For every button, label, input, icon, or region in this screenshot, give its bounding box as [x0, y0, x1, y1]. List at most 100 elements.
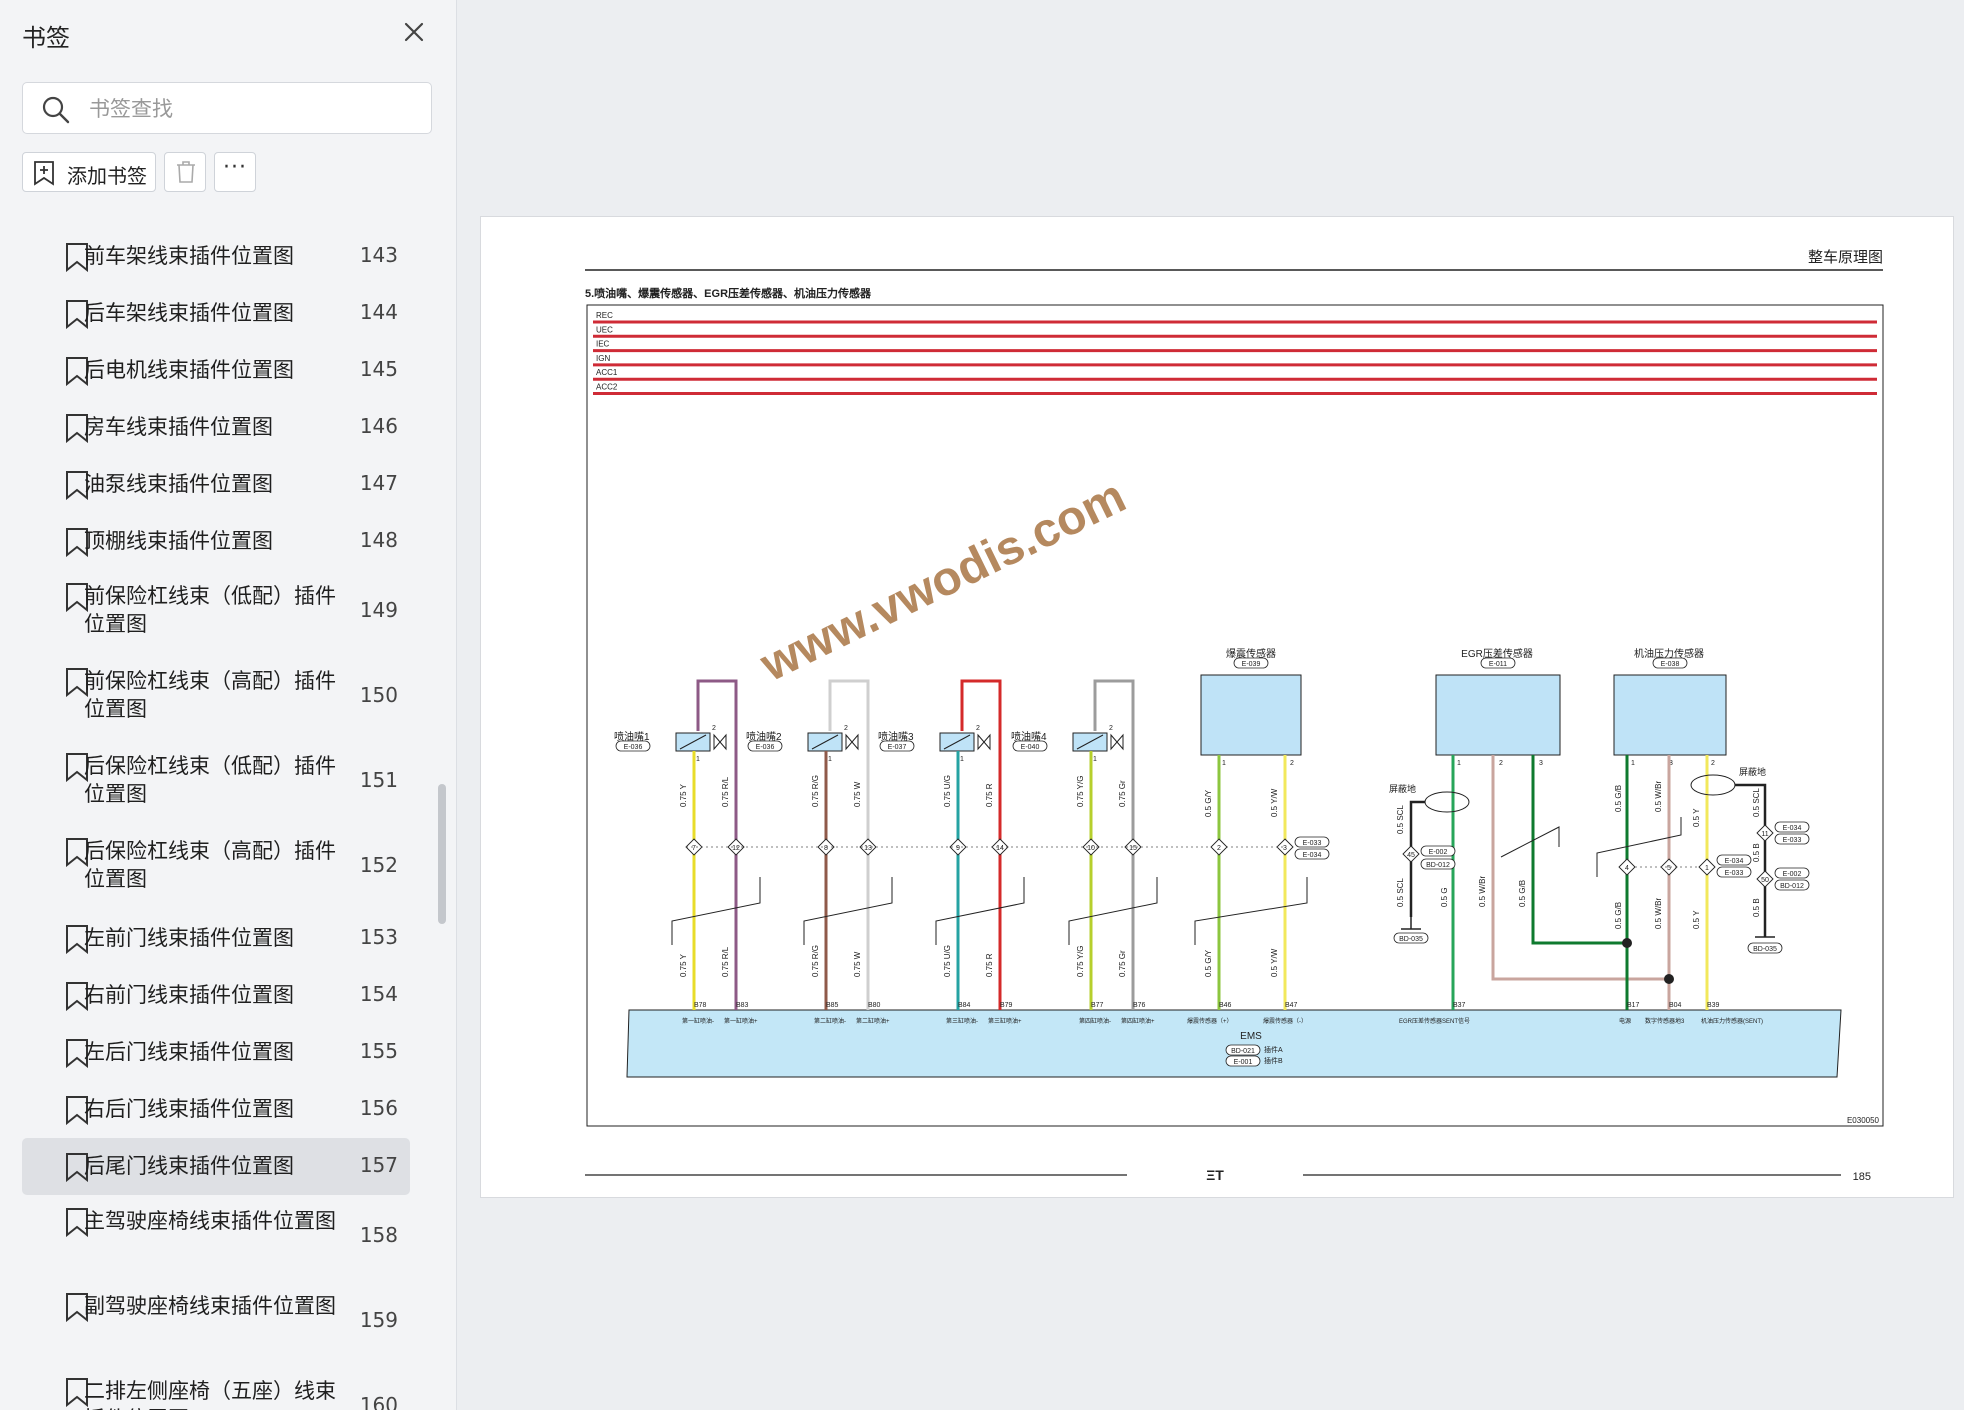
egr-sensor-box [1435, 674, 1561, 756]
bookmark-label: 后保险杠线束（高配）插件位置图 [84, 839, 336, 891]
ecu-pin-function: 数字传感器地3 [1645, 1017, 1685, 1025]
bookmark-item[interactable]: 后电机线束插件位置图 145 [22, 342, 410, 399]
bookmark-label: 左前门线束插件位置图 [84, 926, 294, 950]
injector-wire-positive [1093, 679, 1135, 847]
bookmark-item[interactable]: 右前门线束插件位置图 154 [22, 967, 410, 1024]
diagram-id: E030050 [1847, 1116, 1880, 1125]
inline-connector-pin: 9 [956, 845, 960, 852]
inline-connector-pin: 12 [732, 845, 740, 852]
bookmark-item[interactable]: 右后门线束插件位置图 156 [22, 1081, 410, 1138]
bookmark-label: 顶棚线束插件位置图 [84, 529, 273, 553]
bookmark-page-number: 160 [359, 1393, 398, 1410]
wire-label: 0.75 R/G [811, 775, 820, 807]
more-options-button[interactable]: ··· [214, 152, 256, 192]
bookmark-page-number: 159 [359, 1308, 398, 1332]
connector-label: E-033 [1303, 840, 1322, 847]
trash-icon [177, 161, 195, 183]
connector-label: BD-012 [1426, 862, 1450, 869]
twisted-pair-mark [671, 877, 761, 945]
watermark: www.vwodis.com [752, 470, 1134, 693]
pin-number: 2 [976, 725, 980, 732]
add-bookmark-button[interactable]: 添加书签 [22, 152, 156, 192]
connector-label: E-001 [1234, 1059, 1253, 1066]
wire-label: 0.5 SCL [1752, 788, 1761, 817]
pin-number: 1 [1093, 756, 1097, 763]
inline-connector-pin: 13 [864, 845, 872, 852]
ecu-pin-function: 第三缸喷油- [946, 1017, 978, 1025]
power-rail-label: IGN [596, 354, 610, 363]
oil-sensor-box [1613, 674, 1727, 756]
pin-number: 2 [1499, 760, 1503, 767]
bookmark-item[interactable]: 后车架线束插件位置图 144 [22, 285, 410, 342]
inline-connector-pin: 8 [824, 845, 828, 852]
shield-label: 屏蔽地 [1739, 766, 1766, 777]
wire-label: 0.5 Y/W [1270, 948, 1279, 977]
bookmark-item[interactable]: 副驾驶座椅线束插件位置图 159 [22, 1280, 410, 1365]
wire-label: 0.5 B [1752, 898, 1761, 917]
ecu-pin: B78 [694, 1002, 707, 1009]
valve-symbol [845, 733, 859, 751]
ecu-pin-function: 第一缸喷油+ [724, 1017, 758, 1025]
ecu-pin: B04 [1669, 1002, 1682, 1009]
ems-conn-label: 插件A [1264, 1045, 1283, 1054]
ecu-pin: B85 [826, 1002, 839, 1009]
bookmark-item[interactable]: 后保险杠线束（低配）插件位置图 151 [22, 740, 410, 825]
ecu-pin-function: EGR压差传感器SENT信号 [1399, 1017, 1470, 1025]
ecu-pin: B79 [1000, 1002, 1013, 1009]
connector-label: BD-035 [1399, 936, 1423, 943]
bookmark-item[interactable]: 油泵线束插件位置图 147 [22, 456, 410, 513]
bookmark-item[interactable]: 前车架线束插件位置图 143 [22, 228, 410, 285]
bookmark-label: 主驾驶座椅线束插件位置图 [84, 1209, 336, 1233]
bookmark-item[interactable]: 后保险杠线束（高配）插件位置图 152 [22, 825, 410, 910]
close-panel-button[interactable] [398, 16, 430, 48]
injector-wire-positive [696, 679, 738, 847]
inline-connector-pin: 11 [1761, 831, 1768, 838]
inline-connector-pin: 15 [1129, 845, 1137, 852]
ecu-pin: B37 [1453, 1002, 1466, 1009]
twisted-pair-mark [935, 877, 1025, 945]
bookmark-add-icon [34, 161, 54, 186]
pin-number: 1 [696, 756, 700, 763]
valve-symbol [977, 733, 991, 751]
wire-label: 0.5 Y [1692, 808, 1701, 827]
bookmark-page-number: 150 [359, 683, 398, 707]
bookmark-page-number: 156 [359, 1096, 398, 1120]
power-rail-label: IEC [596, 340, 610, 349]
bookmark-page-number: 151 [359, 768, 398, 792]
power-rail-label: REC [596, 311, 613, 320]
bookmark-item[interactable]: 顶棚线束插件位置图 148 [22, 513, 410, 570]
ecu-pin: B77 [1091, 1002, 1104, 1009]
connector-label: E-034 [1303, 852, 1322, 859]
wire-label: 0.5 G/Y [1204, 789, 1213, 817]
bookmark-label: 副驾驶座椅线束插件位置图 [84, 1294, 336, 1318]
bookmark-item[interactable]: 左后门线束插件位置图 155 [22, 1024, 410, 1081]
bookmark-label: 前车架线束插件位置图 [84, 244, 294, 268]
knock-sensor-box [1200, 674, 1302, 756]
bookmark-item[interactable]: 二排左侧座椅（五座）线束插件位置图 160 [22, 1365, 410, 1410]
ems-conn-label: 插件B [1264, 1056, 1283, 1065]
pin-number: 2 [1290, 760, 1294, 767]
bookmark-item[interactable]: 后尾门线束插件位置图 157 [22, 1138, 410, 1195]
bookmark-item[interactable]: 主驾驶座椅线束插件位置图 158 [22, 1195, 410, 1280]
wire-label: 0.75 R [985, 783, 994, 807]
search-input[interactable] [87, 93, 411, 125]
bookmark-item[interactable]: 前保险杠线束（低配）插件位置图 149 [22, 570, 410, 655]
bookmark-item[interactable]: 左前门线束插件位置图 153 [22, 910, 410, 967]
pin-number: 1 [1222, 760, 1226, 767]
inline-connector-pin: 10 [1087, 845, 1095, 852]
connector-label: E-002 [1429, 849, 1448, 856]
ecu-pin-function: 爆震传感器（-） [1263, 1017, 1307, 1025]
valve-symbol [713, 733, 727, 751]
ecu-pin-function: 爆震传感器（+） [1187, 1017, 1233, 1025]
connector-label: E-037 [888, 744, 907, 751]
bookmark-item[interactable]: 房车线束插件位置图 146 [22, 399, 410, 456]
delete-bookmark-button[interactable] [164, 152, 206, 192]
inline-connector-pin: 1 [1705, 865, 1709, 872]
wire-label: 0.5 SCL [1396, 878, 1405, 907]
bookmark-item[interactable]: 前保险杠线束（高配）插件位置图 150 [22, 655, 410, 740]
bookmark-search[interactable] [22, 82, 432, 134]
connector-label: E-033 [1783, 837, 1802, 844]
ecu-pin: B17 [1627, 1002, 1640, 1009]
bookmark-page-number: 152 [359, 853, 398, 877]
scrollbar-thumb[interactable] [438, 784, 446, 924]
